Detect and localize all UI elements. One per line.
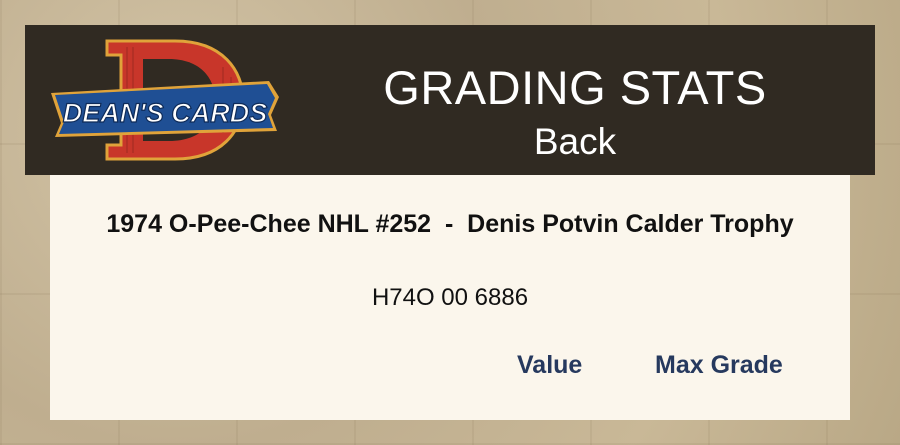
deans-cards-logo[interactable]: DEAN'S CARDS [47, 37, 283, 163]
value-column-header[interactable]: Value [517, 350, 582, 380]
page-subtitle: Back [533, 121, 617, 162]
header-banner: DEAN'S CARDS GRADING STATS Back [25, 25, 875, 175]
card-title: 1974 O-Pee-Chee NHL #252 - Denis Potvin … [106, 210, 794, 238]
page-title: GRADING STATS [383, 61, 767, 114]
card-details-panel: 1974 O-Pee-Chee NHL #252 - Denis Potvin … [50, 175, 850, 420]
cert-number: H74O 00 6886 [371, 284, 529, 311]
logo-text: DEAN'S CARDS [63, 98, 267, 128]
max-grade-column-header[interactable]: Max Grade [655, 350, 783, 380]
